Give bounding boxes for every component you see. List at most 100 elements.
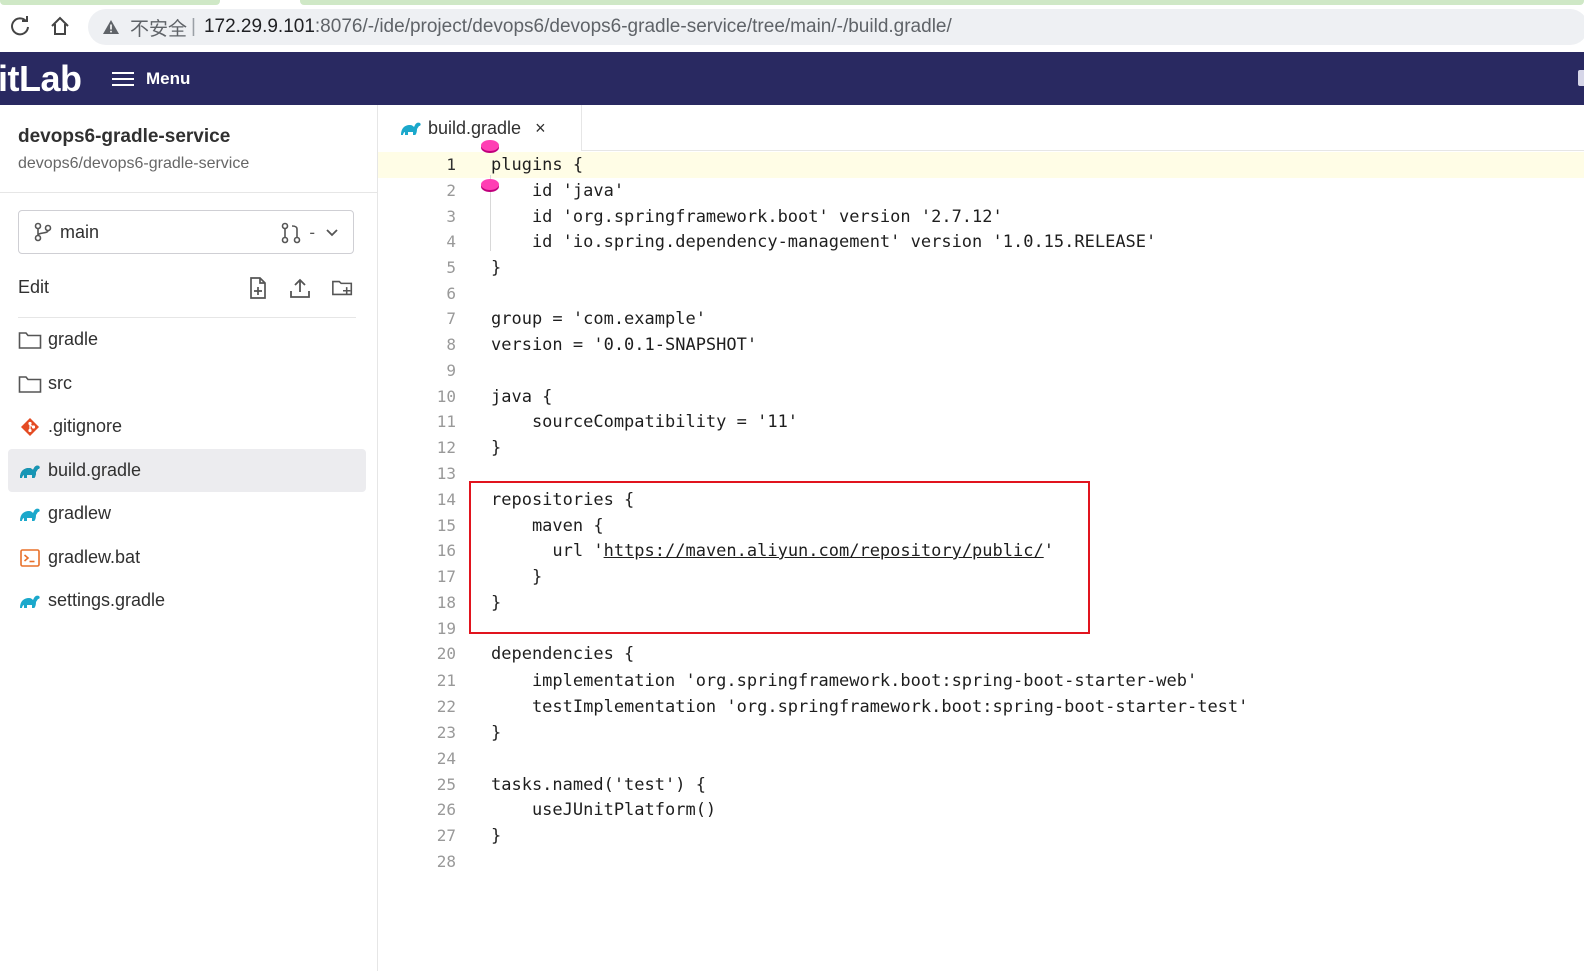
line-number: 9	[446, 361, 456, 380]
file-name: .gitignore	[48, 416, 123, 436]
menu-button[interactable]: Menu	[112, 67, 190, 91]
file-name: build.gradle	[48, 460, 142, 480]
code-line[interactable]: 8 version = '0.0.1-SNAPSHOT'	[378, 332, 1584, 358]
file-name: settings.gradle	[48, 590, 166, 610]
code-line[interactable]: 12}	[378, 435, 1584, 461]
url-host: 172.29.9.101	[203, 16, 315, 37]
gitlab-logo[interactable]: itLab	[0, 58, 82, 100]
code-line[interactable]: 3 id 'org.springframework.boot' version …	[378, 204, 1584, 230]
project-name[interactable]: devops6-gradle-service	[18, 126, 230, 148]
project-path[interactable]: devops6/devops6-gradle-service	[18, 155, 249, 173]
merge-request-icon	[282, 222, 301, 244]
line-number: 24	[436, 749, 456, 768]
code-text: id 'java'	[491, 181, 625, 201]
tab-label: build.gradle	[428, 117, 522, 138]
file-name: gradlew.bat	[48, 547, 141, 567]
code-text: group = 'com.example'	[491, 309, 706, 329]
home-icon[interactable]	[48, 14, 72, 38]
gradle-elephant-icon	[401, 122, 421, 135]
terminal-icon	[18, 546, 42, 570]
code-line[interactable]: 7 group = 'com.example'	[378, 306, 1584, 332]
file-tree-item-settings-gradle[interactable]: settings.gradle	[8, 579, 366, 622]
file-tree-item-src[interactable]: src	[8, 362, 366, 405]
edit-label: Edit	[18, 277, 50, 297]
ide-sidebar: devops6-gradle-service devops6/devops6-g…	[0, 105, 378, 971]
line-number: 25	[436, 775, 456, 794]
code-line[interactable]: 11 sourceCompatibility = '11'	[378, 409, 1584, 435]
file-tree-item-build-gradle[interactable]: build.gradle	[8, 449, 366, 492]
code-line[interactable]: 21 implementation 'org.springframework.b…	[378, 668, 1584, 694]
file-tree-item-gitignore[interactable]: .gitignore	[8, 405, 366, 448]
line-number: 12	[436, 438, 456, 457]
code-text: }	[491, 723, 502, 743]
code-text: java {	[491, 387, 553, 407]
browser-toolbar: 不安全 | 172.29.9.101 :8076/-/ide/project/d…	[0, 0, 1584, 52]
code-line[interactable]: 26 useJUnitPlatform()	[378, 797, 1584, 823]
reload-icon[interactable]	[8, 14, 32, 38]
line-number: 13	[436, 464, 456, 483]
code-text: id 'io.spring.dependency-management' ver…	[491, 232, 1157, 252]
code-line[interactable]: 2 id 'java'	[378, 178, 1584, 204]
file-tree-item-gradlew-bat[interactable]: gradlew.bat	[8, 536, 366, 579]
code-line[interactable]: 23}	[378, 720, 1584, 746]
code-text: }	[491, 438, 502, 458]
close-icon[interactable]: ×	[535, 118, 546, 139]
line-number: 11	[436, 412, 456, 431]
line-number: 23	[436, 723, 456, 742]
gradle-elephant-icon	[18, 502, 42, 526]
code-text: tasks.named('test') {	[491, 775, 706, 795]
gitlab-header: itLab Menu	[0, 52, 1584, 105]
url-path: :8076/-/ide/project/devops6/devops6-grad…	[314, 16, 952, 37]
code-line[interactable]: 1 plugins {	[378, 152, 1584, 178]
code-line[interactable]: 22 testImplementation 'org.springframewo…	[378, 694, 1584, 720]
branch-selector[interactable]: main -	[18, 210, 354, 254]
code-text: dependencies {	[491, 644, 635, 664]
code-line[interactable]: 4 id 'io.spring.dependency-management' v…	[378, 229, 1584, 255]
code-text: useJUnitPlatform()	[491, 800, 717, 820]
code-line[interactable]: 9	[378, 358, 1584, 384]
code-text: }	[491, 826, 502, 846]
file-name: gradle	[48, 329, 99, 349]
code-line[interactable]: 27}	[378, 823, 1584, 849]
code-line[interactable]: 10 java {	[378, 384, 1584, 410]
line-number: 27	[436, 826, 456, 845]
gradle-elephant-icon	[18, 589, 42, 613]
gradle-elephant-icon	[18, 459, 42, 483]
code-text: id 'org.springframework.boot' version '2…	[491, 207, 1003, 227]
hamburger-icon	[112, 68, 134, 90]
insecure-label: 不安全	[130, 18, 188, 40]
editor-tab-build-gradle[interactable]: build.gradle ×	[378, 105, 582, 151]
line-number: 22	[436, 697, 456, 716]
tab-strip-accent	[300, 0, 1584, 5]
code-line[interactable]: 24	[378, 746, 1584, 772]
line-number: 3	[446, 207, 456, 226]
line-number: 8	[446, 335, 456, 354]
new-file-icon[interactable]	[246, 276, 270, 300]
code-line[interactable]: 28	[378, 849, 1584, 875]
file-tree-item-gradlew[interactable]: gradlew	[8, 492, 366, 535]
header-edge-control[interactable]	[1578, 70, 1584, 86]
warning-icon[interactable]	[102, 18, 120, 36]
file-name: src	[48, 373, 72, 393]
line-number: 19	[436, 619, 456, 638]
code-text: version = '0.0.1-SNAPSHOT'	[491, 335, 758, 355]
code-text: implementation 'org.springframework.boot…	[491, 671, 1198, 691]
divider	[0, 192, 377, 193]
code-line[interactable]: 25 tasks.named('test') {	[378, 772, 1584, 798]
line-number: 4	[446, 232, 456, 251]
line-number: 16	[436, 541, 456, 560]
merge-request-selector[interactable]: -	[281, 222, 339, 244]
annotation-highlight-box	[469, 481, 1090, 634]
new-directory-icon[interactable]	[331, 276, 355, 300]
code-text: plugins {	[491, 155, 584, 175]
url-separator: |	[191, 16, 196, 37]
tab-strip-accent	[0, 0, 220, 5]
file-tree-item-gradle[interactable]: gradle	[8, 318, 366, 361]
code-line[interactable]: 5}	[378, 255, 1584, 281]
line-number: 10	[436, 387, 456, 406]
line-number: 1	[446, 155, 456, 174]
code-line[interactable]: 20 dependencies {	[378, 641, 1584, 667]
code-line[interactable]: 6	[378, 281, 1584, 307]
upload-icon[interactable]	[288, 276, 312, 300]
address-bar[interactable]: 不安全 | 172.29.9.101 :8076/-/ide/project/d…	[88, 9, 1584, 45]
